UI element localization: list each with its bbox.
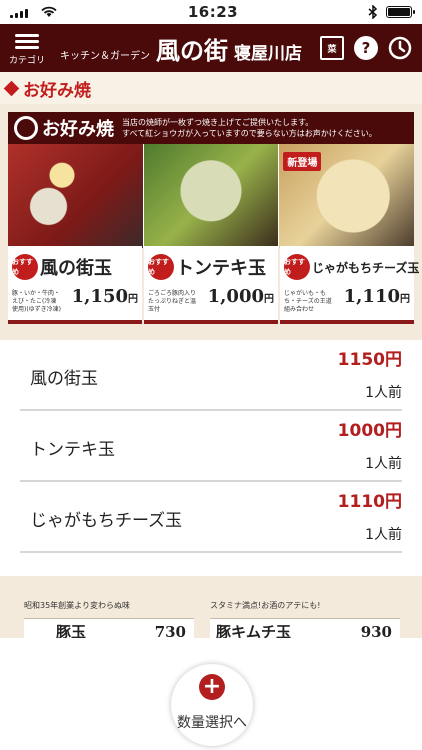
- bluetooth-icon: [368, 5, 378, 19]
- card-price-value: 1,150: [71, 286, 128, 307]
- card-price: 1,110円: [344, 286, 410, 307]
- card-name: 風の街玉: [40, 258, 112, 279]
- card-description: ごろごろ豚肉入りたっぷりねぎと温玉付: [148, 290, 197, 313]
- question-icon: ?: [354, 36, 378, 60]
- section-title-text: お好み焼: [23, 80, 91, 101]
- banner-photos: 新登場: [8, 144, 415, 248]
- menu-item[interactable]: トンテキ玉 1000円 1人前: [20, 411, 402, 482]
- status-time: 16:23: [187, 3, 239, 21]
- menu-item-price: 1000円: [337, 421, 402, 441]
- menu-item-name: トンテキ玉: [30, 440, 115, 460]
- brand-subtitle: キッチン＆ガーデン: [60, 50, 150, 62]
- photo-tonteki-tama: [143, 144, 280, 248]
- card-description: じゃがいも・もち・チーズの王道組み合わせ: [284, 290, 332, 313]
- bottom-left-subtitle: 昭和35年創業より変わらぬ味: [24, 601, 131, 610]
- banner-title: お好み焼: [42, 119, 114, 140]
- status-left: [10, 6, 58, 18]
- brand: キッチン＆ガーデン 風の街 寝屋川店: [54, 31, 320, 66]
- card-price-value: 1,110: [343, 286, 400, 307]
- menu-item-price: 1150円: [337, 350, 402, 370]
- category-button[interactable]: カテゴリ: [0, 24, 54, 72]
- battery-icon: [386, 6, 415, 18]
- status-bar: 16:23: [0, 0, 422, 24]
- menu-item-quantity: 1人前: [365, 527, 402, 543]
- help-button[interactable]: ?: [354, 36, 378, 60]
- photo-jagamochi-cheese-tama: 新登場: [279, 144, 415, 248]
- menu-item[interactable]: じゃがもちチーズ玉 1110円 1人前: [20, 482, 402, 553]
- category-label: カテゴリ: [8, 55, 45, 66]
- menu-item[interactable]: 風の街玉 1150円 1人前: [20, 340, 402, 411]
- banner-header: お好み焼 当店の焼師が一枚ずつ焼き上げてご提供いたします。 すべて紅ショウガが入…: [8, 112, 414, 144]
- photo-kazenomachi-tama: [8, 144, 144, 248]
- bottom-right-subtitle: スタミナ満点!お酒のアテにも!: [210, 601, 321, 610]
- card-price-value: 1,000: [207, 286, 264, 307]
- banner-cards: おすすめ 風の街玉 豚・いか・牛肉・えび・たこ(冷凍使用)(ゆずき冷凍) 1,1…: [8, 246, 419, 324]
- card-name: じゃがもちチーズ玉: [312, 261, 420, 275]
- clock-icon: [388, 36, 412, 60]
- menu-book-button[interactable]: 菜: [320, 36, 344, 60]
- banner-card: おすすめ 風の街玉 豚・いか・牛肉・えび・たこ(冷凍使用)(ゆずき冷凍) 1,1…: [8, 246, 142, 324]
- osusume-badge: おすすめ: [148, 254, 174, 280]
- app-header: カテゴリ キッチン＆ガーデン 風の街 寝屋川店 菜 ?: [0, 24, 422, 72]
- menu-item-quantity: 1人前: [365, 385, 402, 401]
- diamond-icon: [3, 80, 20, 96]
- banner-desc-line: 当店の焼師が一枚ずつ焼き上げてご提供いたします。: [122, 118, 314, 127]
- banner-card: おすすめ じゃがもちチーズ玉 じゃがいも・もち・チーズの王道組み合わせ 1,11…: [280, 246, 419, 324]
- wifi-icon: [41, 6, 57, 17]
- card-description: 豚・いか・牛肉・えび・たこ(冷凍使用)(ゆずき冷凍): [12, 290, 62, 313]
- new-badge: 新登場: [283, 152, 322, 171]
- status-right: [368, 5, 415, 19]
- osusume-badge: おすすめ: [284, 254, 310, 280]
- menu-item-quantity: 1人前: [365, 456, 402, 472]
- osusume-badge: おすすめ: [12, 254, 38, 280]
- quantity-select-button[interactable]: + 数量選択へ: [171, 664, 253, 746]
- banner-card: おすすめ トンテキ玉 ごろごろ豚肉入りたっぷりねぎと温玉付 1,000円: [144, 246, 278, 324]
- circle-mark-icon: [14, 116, 38, 140]
- card-price: 1,150円: [72, 286, 138, 307]
- history-button[interactable]: [388, 36, 412, 60]
- plus-icon: +: [199, 674, 225, 700]
- brand-logo: 風の街: [156, 35, 228, 65]
- card-price-yen: 円: [400, 294, 410, 305]
- section-title: お好み焼: [0, 72, 422, 104]
- card-name: トンテキ玉: [176, 258, 266, 279]
- signal-icon: [10, 6, 28, 18]
- store-name: 寝屋川店: [234, 43, 302, 64]
- menu-item-name: じゃがもちチーズ玉: [30, 511, 183, 531]
- hamburger-icon: [15, 31, 39, 52]
- menu-item-price: 1110円: [337, 492, 402, 512]
- menu-item-name: 風の街玉: [30, 369, 98, 389]
- banner-description: 当店の焼師が一枚ずつ焼き上げてご提供いたします。 すべて紅ショウガが入っています…: [122, 117, 377, 139]
- banner-desc-line: すべて紅ショウガが入っていますので要らない方はお声かけください。: [122, 129, 377, 138]
- promo-banner: お好み焼 当店の焼師が一枚ずつ焼き上げてご提供いたします。 すべて紅ショウガが入…: [0, 104, 422, 340]
- card-price-yen: 円: [128, 294, 138, 305]
- card-price-yen: 円: [264, 294, 274, 305]
- menu-list: 風の街玉 1150円 1人前 トンテキ玉 1000円 1人前 じゃがもちチーズ玉…: [0, 340, 422, 553]
- header-icons: 菜 ?: [320, 36, 422, 60]
- menu-book-icon: 菜: [320, 36, 344, 60]
- card-price: 1,000円: [208, 286, 274, 307]
- quantity-select-label: 数量選択へ: [177, 715, 247, 731]
